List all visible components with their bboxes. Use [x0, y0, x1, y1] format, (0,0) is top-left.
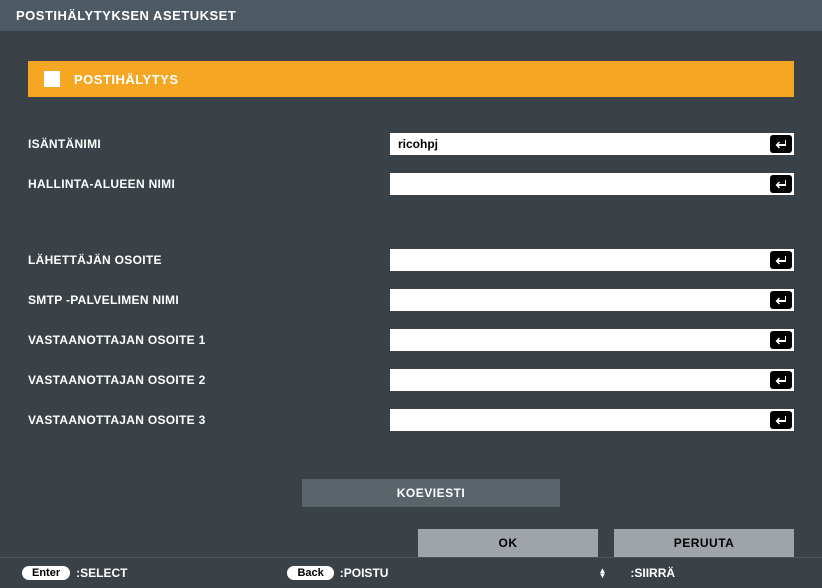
window-title-bar: POSTIHÄLYTYKSEN ASETUKSET: [0, 0, 822, 31]
hostname-input-wrap: [390, 133, 794, 155]
smtp-row: SMTP -PALVELIMEN NIMI: [28, 289, 794, 311]
sender-input-wrap: [390, 249, 794, 271]
form-rows: ISÄNTÄNIMI HALLINTA-ALUEEN NIMI LÄHETTÄJ…: [28, 133, 794, 431]
content-area: POSTIHÄLYTYS ISÄNTÄNIMI HALLINTA-ALUEEN …: [0, 31, 822, 557]
recipient3-label: VASTAANOTTAJAN OSOITE 3: [28, 413, 390, 427]
back-action-label: :POISTU: [340, 566, 389, 580]
footer-back-group: Back :POISTU: [287, 566, 448, 580]
enter-icon: [770, 175, 792, 193]
updown-arrows-icon: ▲▼: [598, 568, 606, 578]
enter-icon: [770, 291, 792, 309]
move-action-label: :SIIRRÄ: [630, 566, 675, 580]
recipient1-input[interactable]: [390, 329, 770, 351]
settings-window: POSTIHÄLYTYKSEN ASETUKSET POSTIHÄLYTYS I…: [0, 0, 822, 580]
enter-key-pill: Enter: [22, 566, 70, 580]
recipient1-input-wrap: [390, 329, 794, 351]
smtp-input[interactable]: [390, 289, 770, 311]
recipient1-label: VASTAANOTTAJAN OSOITE 1: [28, 333, 390, 347]
recipient2-label: VASTAANOTTAJAN OSOITE 2: [28, 373, 390, 387]
recipient2-row: VASTAANOTTAJAN OSOITE 2: [28, 369, 794, 391]
smtp-label: SMTP -PALVELIMEN NIMI: [28, 293, 390, 307]
sender-label: LÄHETTÄJÄN OSOITE: [28, 253, 390, 267]
enter-icon: [770, 135, 792, 153]
mail-alert-label: POSTIHÄLYTYS: [74, 72, 178, 87]
spacer: [28, 213, 794, 231]
action-row: OK PERUUTA: [28, 529, 794, 557]
recipient2-input[interactable]: [390, 369, 770, 391]
sender-input[interactable]: [390, 249, 770, 271]
hostname-row: ISÄNTÄNIMI: [28, 133, 794, 155]
mail-alert-banner: POSTIHÄLYTYS: [28, 61, 794, 97]
test-message-button[interactable]: KOEVIESTI: [302, 479, 560, 507]
window-title: POSTIHÄLYTYKSEN ASETUKSET: [16, 8, 236, 23]
test-row: KOEVIESTI: [28, 479, 794, 507]
domain-label: HALLINTA-ALUEEN NIMI: [28, 177, 390, 191]
footer-enter-group: Enter :SELECT: [22, 566, 187, 580]
domain-row: HALLINTA-ALUEEN NIMI: [28, 173, 794, 195]
domain-input[interactable]: [390, 173, 770, 195]
enter-icon: [770, 371, 792, 389]
sender-row: LÄHETTÄJÄN OSOITE: [28, 249, 794, 271]
recipient2-input-wrap: [390, 369, 794, 391]
recipient3-input-wrap: [390, 409, 794, 431]
cancel-button[interactable]: PERUUTA: [614, 529, 794, 557]
domain-input-wrap: [390, 173, 794, 195]
mail-alert-checkbox[interactable]: [44, 71, 60, 87]
enter-icon: [770, 331, 792, 349]
enter-action-label: :SELECT: [76, 566, 127, 580]
back-key-pill: Back: [287, 566, 333, 580]
hostname-input[interactable]: [390, 133, 770, 155]
enter-icon: [770, 251, 792, 269]
smtp-input-wrap: [390, 289, 794, 311]
footer-move-group: ▲▼ :SIIRRÄ: [598, 566, 735, 580]
recipient3-row: VASTAANOTTAJAN OSOITE 3: [28, 409, 794, 431]
hostname-label: ISÄNTÄNIMI: [28, 137, 390, 151]
enter-icon: [770, 411, 792, 429]
recipient1-row: VASTAANOTTAJAN OSOITE 1: [28, 329, 794, 351]
footer-bar: Enter :SELECT Back :POISTU ▲▼ :SIIRRÄ: [0, 557, 822, 588]
recipient3-input[interactable]: [390, 409, 770, 431]
ok-button[interactable]: OK: [418, 529, 598, 557]
